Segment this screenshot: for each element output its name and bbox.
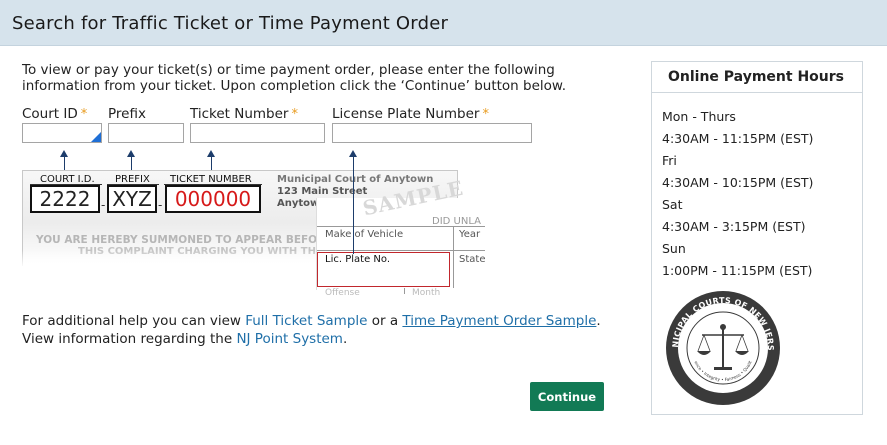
sample-prefix-box: XYZ [107,185,157,213]
intro-line-1: To view or pay your ticket(s) or time pa… [22,62,555,78]
page-header: Search for Traffic Ticket or Time Paymen… [0,0,887,46]
help-period: . [596,313,601,329]
sample-make-of-vehicle: Make of Vehicle [325,229,404,240]
divider [317,226,485,227]
help-line-1: For additional help you can view Full Ti… [22,312,601,330]
license-plate-input[interactable] [332,123,532,143]
dropdown-corner-icon[interactable] [91,132,101,142]
arrow-line [64,156,65,170]
prefix-input[interactable] [108,123,184,143]
dash: - [101,198,106,212]
help-view-info-text: View information regarding the [22,331,237,347]
nj-courts-seal-icon: MUNICIPAL COURTS OF NEW JERSEY Independe… [664,289,780,405]
help-text-prefix: For additional help you can view [22,313,246,329]
required-marker: * [482,107,489,122]
dash: - [158,198,163,212]
divider [317,250,485,251]
sample-month: Month [412,288,441,298]
arrow-line [131,156,132,170]
hours-day-sat: Sat [662,197,683,212]
help-text: For additional help you can view Full Ti… [22,312,601,348]
sample-lic-plate-label: Lic. Plate No. [325,254,390,265]
help-line-2: View information regarding the NJ Point … [22,330,601,348]
hours-time-mon-thurs: 4:30AM - 11:15PM (EST) [662,131,814,146]
sample-court-id-box: 2222 [30,185,100,213]
ticket-number-label: Ticket Number * [190,106,298,122]
sample-court-id-label: COURT I.D. [40,174,95,185]
divider [404,288,405,294]
sample-summon-text: YOU ARE HEREBY SUMMONED TO APPEAR BEFORE… [36,234,344,246]
court-id-label: Court ID * [22,106,87,122]
required-marker: * [80,107,88,122]
help-or-text: or a [367,313,403,329]
required-marker: * [291,107,298,122]
license-plate-label-text: License Plate Number [332,106,480,122]
ticket-number-input[interactable] [190,123,325,143]
sample-ticket-number-label: TICKET NUMBER [170,174,252,185]
continue-button[interactable]: Continue [530,382,604,411]
divider [453,226,454,288]
payment-hours-title: Online Payment Hours [668,69,844,85]
hours-day-sun: Sun [662,241,686,256]
arrow-line [353,156,354,254]
sample-court-name: Municipal Court of Anytown [277,174,434,185]
court-id-label-text: Court ID [22,106,78,122]
hours-day-mon-thurs: Mon - Thurs [662,109,736,124]
hours-day-fri: Fri [662,153,677,168]
hours-time-sun: 1:00PM - 11:15PM (EST) [662,263,813,278]
sample-ticket-number-box: 000000 [165,185,261,213]
intro-text: To view or pay your ticket(s) or time pa… [22,62,602,94]
full-ticket-sample-link[interactable]: Full Ticket Sample [245,313,367,329]
sample-year: Year [459,229,481,240]
ticket-number-label-text: Ticket Number [190,106,289,122]
license-plate-label: License Plate Number * [332,106,489,122]
page-title: Search for Traffic Ticket or Time Paymen… [12,13,449,34]
court-id-input[interactable] [22,123,102,143]
sample-state: State [459,254,486,265]
sample-offense: Offense [325,288,360,298]
intro-line-2: information from your ticket. Upon compl… [22,78,566,94]
time-payment-order-sample-link[interactable]: Time Payment Order Sample [402,313,596,329]
hours-time-sat: 4:30AM - 3:15PM (EST) [662,219,806,234]
arrow-line [211,156,212,170]
prefix-label: Prefix [108,106,146,122]
help-period: . [342,331,348,347]
nj-point-system-link[interactable]: NJ Point System [236,331,343,347]
hours-time-fri: 4:30AM - 10:15PM (EST) [662,175,814,190]
sample-prefix-label: PREFIX [115,174,150,185]
payment-hours-header: Online Payment Hours [651,61,863,93]
